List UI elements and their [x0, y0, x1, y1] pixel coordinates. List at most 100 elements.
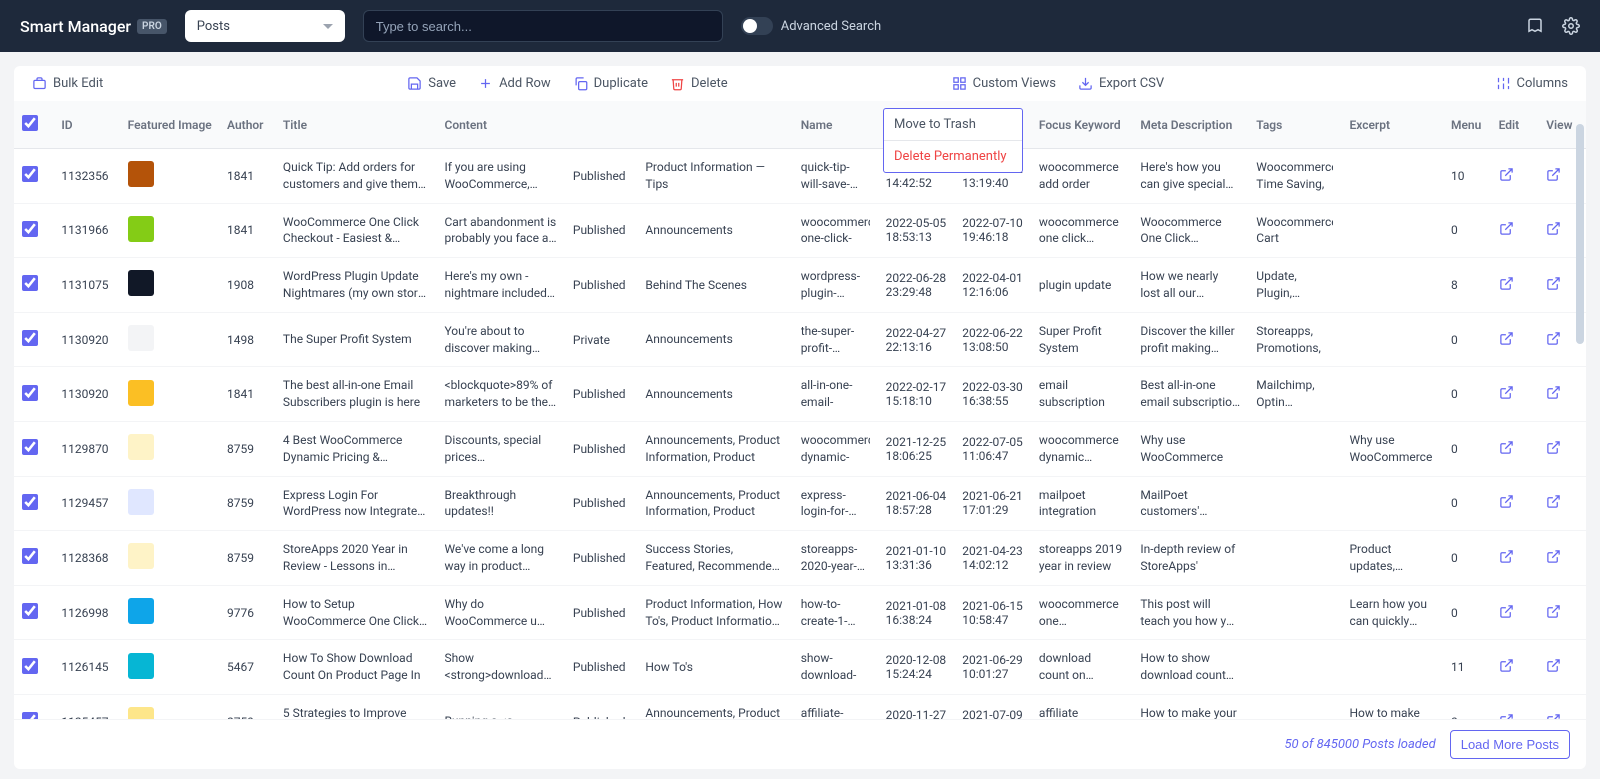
save-label: Save	[428, 76, 456, 91]
table-row[interactable]: 11269989776How to Setup WooCommerce One …	[14, 585, 1586, 640]
cell-edit[interactable]	[1491, 585, 1539, 640]
row-checkbox[interactable]	[22, 603, 38, 619]
cell-title[interactable]: WordPress Plugin Update Nightmares (my o…	[275, 258, 437, 313]
cell-author: 8759	[219, 421, 275, 476]
cell-title[interactable]: How to Setup WooCommerce One Click Upsel…	[275, 585, 437, 640]
row-checkbox[interactable]	[22, 330, 38, 346]
table-row[interactable]: 11294578759Express Login For WordPress n…	[14, 476, 1586, 531]
col-meta-description[interactable]: Meta Description	[1132, 101, 1248, 149]
cell-edit[interactable]	[1491, 694, 1539, 719]
scrollbar-track[interactable]	[1574, 118, 1586, 721]
save-button[interactable]: Save	[407, 76, 456, 91]
cell-edit[interactable]	[1491, 367, 1539, 422]
cell-content[interactable]: Cart abandonment is probably you face as…	[436, 203, 564, 258]
table-row[interactable]: 11309201498The Super Profit SystemYou're…	[14, 312, 1586, 367]
table-row[interactable]: 11261455467How To Show Download Count On…	[14, 640, 1586, 695]
cell-edit[interactable]	[1491, 421, 1539, 476]
col-title[interactable]: Title	[275, 101, 437, 149]
cell-content[interactable]: We've come a long way in product improve…	[436, 531, 564, 586]
col-content[interactable]: Content	[436, 101, 564, 149]
table-row[interactable]: 11319661841WooCommerce One Click Checkou…	[14, 203, 1586, 258]
cell-tags: Woocommerce, Time Saving,	[1248, 149, 1341, 204]
cell-content[interactable]: Breakthrough updates!!	[436, 476, 564, 531]
table-row[interactable]: 11309201841The best all-in-one Email Sub…	[14, 367, 1586, 422]
row-checkbox[interactable]	[22, 166, 38, 182]
cell-edit[interactable]	[1491, 258, 1539, 313]
cell-title[interactable]: How To Show Download Count On Product Pa…	[275, 640, 437, 695]
delete-permanently-item[interactable]: Delete Permanently	[884, 141, 1022, 172]
cell-content[interactable]: <blockquote>89% of marketers to be their…	[436, 367, 564, 422]
cell-content[interactable]: Discounts, special prices products...pro…	[436, 421, 564, 476]
add-row-button[interactable]: Add Row	[478, 76, 551, 91]
cell-edit[interactable]	[1491, 640, 1539, 695]
duplicate-button[interactable]: Duplicate	[573, 76, 648, 91]
col-name[interactable]: Name	[793, 101, 878, 149]
row-checkbox[interactable]	[22, 658, 38, 674]
pro-badge: PRO	[137, 19, 167, 34]
export-csv-button[interactable]: Export CSV	[1078, 76, 1164, 91]
custom-views-button[interactable]: Custom Views	[952, 76, 1056, 91]
cell-created: 2021-12-25 18:06:25	[878, 421, 955, 476]
col-excerpt[interactable]: Excerpt	[1341, 101, 1442, 149]
cell-focus: woocommerce add order	[1031, 149, 1132, 204]
cell-title[interactable]: The best all-in-one Email Subscribers pl…	[275, 367, 437, 422]
col-focus-keyword[interactable]: Focus Keyword	[1031, 101, 1132, 149]
row-checkbox[interactable]	[22, 221, 38, 237]
load-more-button[interactable]: Load More Posts	[1450, 730, 1570, 759]
cell-title[interactable]: WooCommerce One Click Checkout - Easiest…	[275, 203, 437, 258]
col-checkbox[interactable]	[14, 101, 53, 149]
cell-edit[interactable]	[1491, 531, 1539, 586]
cell-content[interactable]: Why do WooCommerce u BOGO and other offe…	[436, 585, 564, 640]
columns-button[interactable]: Columns	[1496, 76, 1569, 91]
table-row[interactable]: 11310751908WordPress Plugin Update Night…	[14, 258, 1586, 313]
col-menu[interactable]: Menu	[1443, 101, 1491, 149]
cell-title[interactable]: The Super Profit System	[275, 312, 437, 367]
row-checkbox[interactable]	[22, 275, 38, 291]
col-id[interactable]: ID	[53, 101, 119, 149]
cell-title[interactable]: 4 Best WooCommerce Dynamic Pricing & Dis…	[275, 421, 437, 476]
col-edit[interactable]: Edit	[1491, 101, 1539, 149]
cell-content[interactable]: Here's my own - nightmare included some …	[436, 258, 564, 313]
cell-thumb	[120, 149, 219, 204]
bulk-edit-button[interactable]: Bulk Edit	[32, 76, 103, 91]
cell-edit[interactable]	[1491, 312, 1539, 367]
table-row[interactable]: 112545787595 Strategies to Improve Affil…	[14, 694, 1586, 719]
cell-title[interactable]: StoreApps 2020 Year in Review - Lessons …	[275, 531, 437, 586]
row-checkbox[interactable]	[22, 385, 38, 401]
col-author[interactable]: Author	[219, 101, 275, 149]
cell-content[interactable]: You're about to discover making tactic u…	[436, 312, 564, 367]
row-checkbox[interactable]	[22, 548, 38, 564]
table-row[interactable]: 11283688759StoreApps 2020 Year in Review…	[14, 531, 1586, 586]
table-row[interactable]: 112987087594 Best WooCommerce Dynamic Pr…	[14, 421, 1586, 476]
cell-title[interactable]: Express Login For WordPress now Integrat…	[275, 476, 437, 531]
advanced-search-toggle[interactable]: Advanced Search	[741, 17, 881, 35]
table-row[interactable]: 11323561841Quick Tip: Add orders for cus…	[14, 149, 1586, 204]
col-featured-image[interactable]: Featured Image	[120, 101, 219, 149]
cell-edit[interactable]	[1491, 476, 1539, 531]
cell-title[interactable]: 5 Strategies to Improve Affiliate Onboar…	[275, 694, 437, 719]
row-checkbox[interactable]	[22, 494, 38, 510]
cell-edit[interactable]	[1491, 149, 1539, 204]
cell-thumb	[120, 367, 219, 422]
cell-category: Announcements, Product Information, Prod…	[637, 476, 792, 531]
col-category[interactable]	[637, 101, 792, 149]
search-input[interactable]	[363, 10, 723, 42]
row-checkbox[interactable]	[22, 712, 38, 719]
cell-name: how-to-create-1-click-upsells-	[793, 585, 878, 640]
cell-edit[interactable]	[1491, 203, 1539, 258]
cell-content[interactable]: If you are using WooCommerce, handy solu…	[436, 149, 564, 204]
row-checkbox[interactable]	[22, 439, 38, 455]
cell-content[interactable]: Show <strong>download Page</strong> of y…	[436, 640, 564, 695]
cell-title[interactable]: Quick Tip: Add orders for customers and …	[275, 149, 437, 204]
delete-button[interactable]: Delete Move to Trash Delete Permanently	[670, 76, 728, 91]
cell-content[interactable]: Running a <a	[436, 694, 564, 719]
scrollbar-thumb[interactable]	[1576, 124, 1584, 344]
book-icon[interactable]	[1526, 17, 1544, 35]
col-status[interactable]	[565, 101, 637, 149]
gear-icon[interactable]	[1562, 17, 1580, 35]
brand-name: Smart Manager	[20, 17, 131, 36]
post-type-select[interactable]: Posts	[185, 10, 345, 42]
move-to-trash-item[interactable]: Move to Trash	[884, 109, 1022, 141]
col-tags[interactable]: Tags	[1248, 101, 1341, 149]
delete-dropdown: Move to Trash Delete Permanently	[883, 108, 1023, 173]
